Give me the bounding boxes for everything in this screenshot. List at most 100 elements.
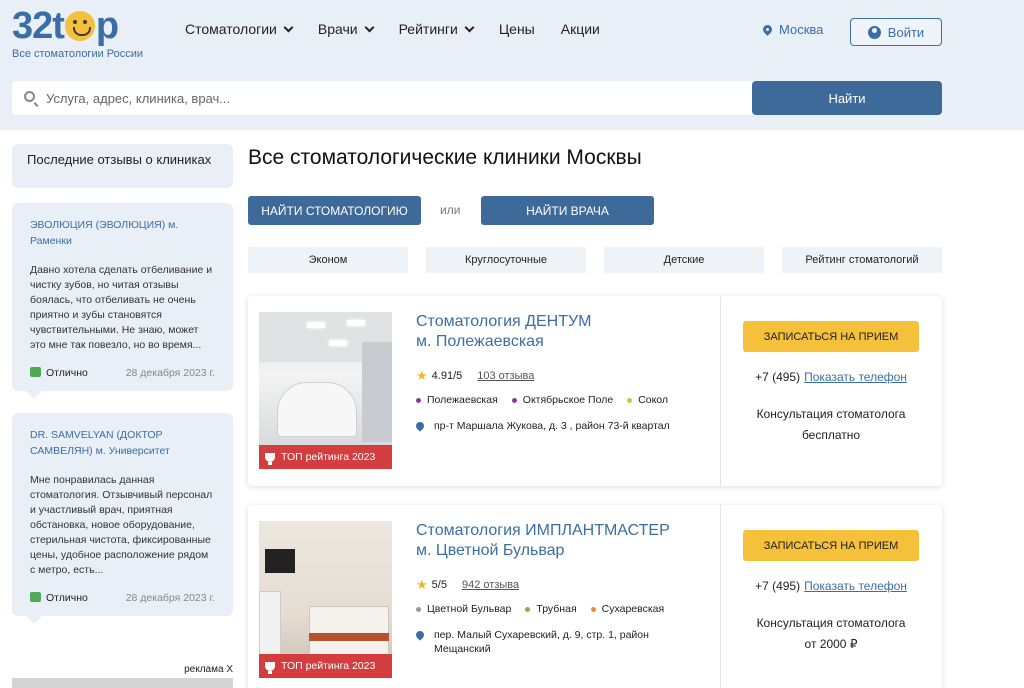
- nav-label: Стоматологии: [185, 21, 277, 37]
- login-button[interactable]: Войти: [850, 18, 942, 46]
- consult-price: бесплатно: [801, 428, 861, 442]
- reviews-link[interactable]: 942 отзыва: [462, 579, 519, 591]
- metro-station: Трубная: [525, 603, 577, 615]
- review-date: 28 декабря 2023 г.: [125, 367, 215, 379]
- address-text: пр-т Маршала Жукова, д. 3 , район 73-й к…: [434, 420, 670, 432]
- metro-dot-icon: [627, 397, 633, 403]
- consult-label: Консультация стоматолога: [756, 407, 906, 421]
- card-divider: [720, 505, 721, 688]
- book-appointment-button[interactable]: ЗАПИСАТЬСЯ НА ПРИЕМ: [743, 530, 919, 561]
- metro-name: Октябрьское Поле: [522, 394, 614, 406]
- review-date: 28 декабря 2023 г.: [125, 592, 215, 604]
- top-rating-badge: ТОП рейтинга 2023: [259, 445, 392, 469]
- metro-stations: Полежаевская Октябрьское Поле Сокол: [416, 394, 682, 406]
- metro-station: Сокол: [627, 394, 668, 406]
- nav-label: Врачи: [317, 21, 358, 37]
- phone-prefix: +7 (495): [755, 370, 801, 384]
- review-clinic-link[interactable]: ЭВОЛЮЦИЯ (ЭВОЛЮЦИЯ) м. Раменки: [30, 217, 215, 249]
- reviews-link[interactable]: 103 отзыва: [477, 370, 534, 382]
- trophy-icon: [265, 452, 275, 465]
- review-clinic-metro: м. Университет: [95, 445, 170, 457]
- consult-price: от 2000 ₽: [804, 637, 858, 651]
- consultation-info: Консультация стоматолога от 2000 ₽: [720, 613, 942, 655]
- ad-banner[interactable]: [12, 678, 233, 688]
- ads-label[interactable]: реклама X: [12, 664, 233, 675]
- clinic-photo[interactable]: ТОП рейтинга 2023: [259, 521, 392, 678]
- clinic-name-link[interactable]: Стоматология ДЕНТУМ м. Полежаевская: [416, 312, 591, 352]
- main-nav: Стоматологии Врачи Рейтинги Цены Акции: [185, 18, 626, 40]
- metro-stations: Цветной Бульвар Трубная Сухаревская: [416, 603, 678, 615]
- page-title: Все стоматологические клиники Москвы: [248, 146, 642, 169]
- nav-label: Рейтинги: [398, 21, 458, 37]
- filter-rating[interactable]: Рейтинг стоматологий: [782, 247, 942, 273]
- metro-name: Трубная: [536, 603, 577, 615]
- reviews-title: Последние отзывы о клиниках: [12, 144, 233, 188]
- clinic-name: Стоматология ИМПЛАНТМАСТЕР: [416, 522, 670, 539]
- photo-light: [307, 322, 325, 328]
- metro-station: Полежаевская: [416, 394, 498, 406]
- clinic-metro-title: м. Цветной Бульвар: [416, 542, 565, 559]
- find-doctor-button[interactable]: НАЙТИ ВРАЧА: [481, 196, 654, 225]
- show-phone-link[interactable]: Показать телефон: [804, 370, 907, 384]
- review-verdict: Отлично: [30, 592, 88, 604]
- nav-item-doctors[interactable]: Врачи: [317, 18, 375, 40]
- photo-light: [329, 340, 347, 346]
- clinic-metro-title: м. Полежаевская: [416, 333, 544, 350]
- filter-24h[interactable]: Круглосуточные: [426, 247, 586, 273]
- nav-item-ratings[interactable]: Рейтинги: [398, 18, 475, 40]
- find-clinic-button[interactable]: НАЙТИ СТОМАТОЛОГИЮ: [248, 196, 421, 225]
- or-label: или: [440, 203, 461, 217]
- metro-name: Цветной Бульвар: [427, 603, 512, 615]
- metro-name: Сухаревская: [601, 603, 665, 615]
- header: 32t p Все стоматологии России Стоматологи…: [0, 0, 1024, 130]
- filter-kids[interactable]: Детские: [604, 247, 764, 273]
- nav-item-clinics[interactable]: Стоматологии: [185, 18, 294, 40]
- clinic-photo[interactable]: ТОП рейтинга 2023: [259, 312, 392, 469]
- metro-dot-icon: [416, 606, 421, 612]
- metro-station: Цветной Бульвар: [416, 603, 511, 615]
- photo-wall: [362, 342, 392, 442]
- metro-dot-icon: [525, 606, 531, 612]
- logo-text: 32t p: [12, 5, 119, 47]
- location-pin-icon: [761, 23, 774, 36]
- badge-label: ТОП рейтинга 2023: [281, 660, 376, 672]
- book-appointment-button[interactable]: ЗАПИСАТЬСЯ НА ПРИЕМ: [743, 321, 919, 352]
- photo-cabinet: [259, 591, 281, 661]
- search-input[interactable]: [46, 81, 746, 115]
- review-card: ЭВОЛЮЦИЯ (ЭВОЛЮЦИЯ) м. Раменки Давно хот…: [12, 203, 233, 399]
- badge-label: ТОП рейтинга 2023: [281, 451, 376, 463]
- metro-name: Сокол: [638, 394, 669, 406]
- metro-dot-icon: [416, 397, 421, 403]
- chevron-down-icon: [364, 22, 375, 32]
- consultation-info: Консультация стоматолога бесплатно: [720, 404, 942, 446]
- show-phone-link[interactable]: Показать телефон: [804, 579, 907, 593]
- review-footer: Отлично 28 декабря 2023 г.: [30, 367, 215, 379]
- search-icon: [24, 91, 35, 102]
- user-icon: [867, 25, 881, 39]
- review-verdict: Отлично: [30, 367, 88, 379]
- city-selector[interactable]: Москва: [761, 22, 823, 37]
- review-card: DR. SAMVELYAN (ДОКТОР САМВЕЛЯН) м. Униве…: [12, 413, 233, 624]
- logo[interactable]: 32t p Все стоматологии России: [12, 4, 143, 60]
- photo-reception-desk: [309, 606, 389, 656]
- address-text: пер. Малый Сухаревский, д. 9, стр. 1, ра…: [434, 629, 649, 655]
- smiley-icon: [64, 11, 95, 41]
- logo-subtitle: Все стоматологии России: [12, 48, 144, 60]
- trophy-icon: [265, 661, 275, 674]
- rating-value: 4.91/5: [431, 370, 463, 382]
- clinic-name-link[interactable]: Стоматология ИМПЛАНТМАСТЕР м. Цветной Бу…: [416, 521, 670, 561]
- review-clinic-link[interactable]: DR. SAMVELYAN (ДОКТОР САМВЕЛЯН) м. Униве…: [30, 427, 215, 459]
- location-pin-icon: [414, 420, 426, 432]
- search-button[interactable]: Найти: [752, 81, 942, 115]
- photo-light: [347, 320, 365, 326]
- clinic-rating: ★ 5/5 942 отзыва: [416, 577, 519, 593]
- verdict-label: Отлично: [46, 367, 88, 379]
- card-divider: [720, 296, 721, 486]
- chevron-down-icon: [464, 22, 475, 32]
- star-icon: ★: [416, 577, 428, 592]
- nav-item-prices[interactable]: Цены: [499, 18, 535, 40]
- filter-economy[interactable]: Эконом: [248, 247, 408, 273]
- clinic-card: ТОП рейтинга 2023 Стоматология ДЕНТУМ м.…: [248, 296, 942, 486]
- review-text: Мне понравилась данная стоматология. Отз…: [30, 474, 213, 576]
- nav-item-promos[interactable]: Акции: [561, 18, 600, 40]
